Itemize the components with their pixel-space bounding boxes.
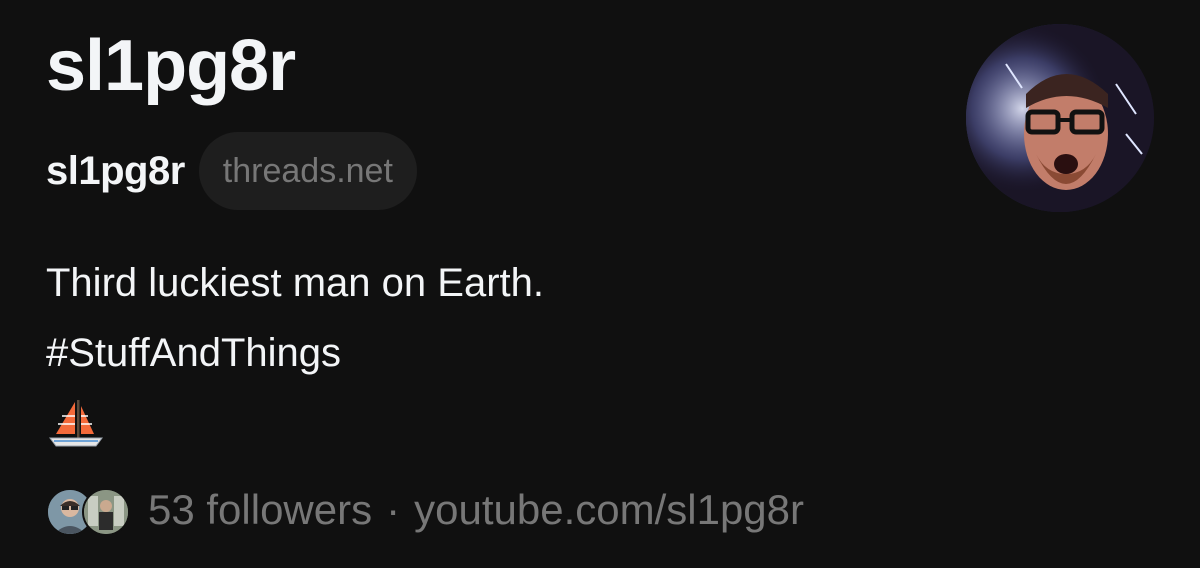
bio: Third luckiest man on Earth. #StuffAndTh… [46, 248, 544, 454]
profile-stats-row: 53 followers · youtube.com/sl1pg8r [46, 482, 804, 538]
follower-avatars[interactable] [46, 486, 130, 536]
username: sl1pg8r [46, 148, 185, 193]
profile-header: sl1pg8r sl1pg8r threads.net Third luckie… [0, 0, 1200, 568]
sailboat-icon [49, 400, 103, 447]
follower-avatar [82, 488, 130, 536]
separator-dot: · [386, 486, 401, 533]
handle-row: sl1pg8r threads.net [46, 132, 417, 210]
bio-line: Third luckiest man on Earth. [46, 261, 544, 305]
bio-hashtag[interactable]: #StuffAndThings [46, 318, 544, 388]
profile-link[interactable]: youtube.com/sl1pg8r [414, 486, 804, 534]
avatar-image [966, 24, 1154, 212]
avatar[interactable] [966, 24, 1154, 212]
display-name: sl1pg8r [46, 26, 296, 106]
domain-badge[interactable]: threads.net [198, 132, 417, 210]
followers-count[interactable]: 53 followers [148, 486, 372, 534]
